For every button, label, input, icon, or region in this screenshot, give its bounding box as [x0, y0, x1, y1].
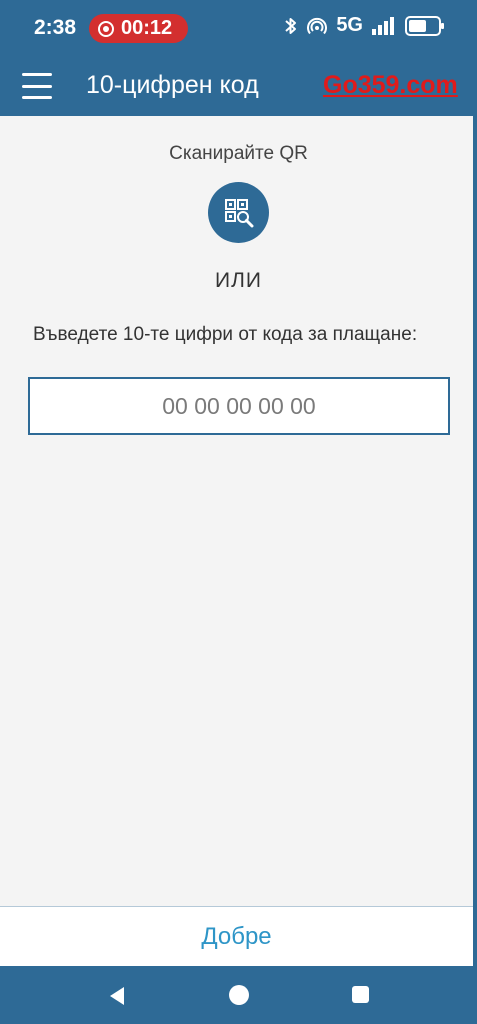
scan-qr-label: Сканирайте QR: [169, 143, 308, 164]
or-divider-label: ИЛИ: [215, 269, 262, 292]
app-bar: 10-цифрен код Go359.com: [0, 58, 477, 116]
main-content: Сканирайте QR ИЛИ Въведете 10-те цифри о…: [0, 116, 473, 906]
status-time: 2:38: [34, 16, 77, 39]
network-label: 5G: [336, 14, 363, 36]
hotspot-icon: [307, 17, 328, 34]
screen-record-badge[interactable]: 00:12: [89, 14, 188, 43]
status-icons: 5G: [284, 14, 444, 37]
scan-qr-button[interactable]: [208, 182, 269, 243]
ok-button[interactable]: Добре: [201, 923, 271, 951]
signal-icon: [372, 16, 394, 35]
footer-bar: Добре: [0, 906, 473, 966]
payment-code-input[interactable]: [28, 377, 450, 435]
menu-icon[interactable]: [22, 71, 52, 101]
recents-icon[interactable]: [352, 986, 369, 1003]
record-icon: [98, 20, 114, 37]
bluetooth-icon: [285, 17, 297, 34]
home-icon[interactable]: [229, 985, 249, 1005]
system-nav-bar: [0, 966, 477, 1024]
qr-scan-icon: [224, 198, 253, 227]
status-bar: 2:38 00:12 5G: [0, 0, 477, 58]
battery-icon: [405, 15, 444, 36]
code-prompt: Въведете 10-те цифри от кода за плащане:: [33, 324, 418, 345]
back-icon[interactable]: [110, 987, 124, 1005]
window-edge: [473, 116, 477, 966]
record-timer: 00:12: [121, 17, 173, 39]
page-title: 10-цифрен код: [86, 71, 259, 99]
watermark-logo: Go359.com: [323, 71, 458, 99]
